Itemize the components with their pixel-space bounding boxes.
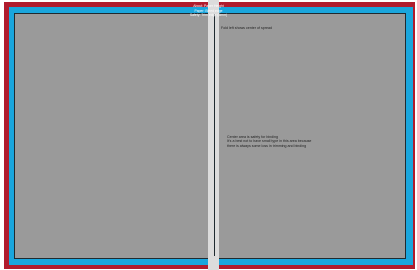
header-line-2: Paper: Bleed edge — [194, 8, 223, 13]
safe-note: Center area is safety for binding It's a… — [227, 135, 311, 148]
gutter-note: Fold left shows center of spread — [221, 26, 272, 30]
header-line-3: Safety: Trim edge (5mm) — [189, 13, 228, 17]
spine-line — [214, 14, 215, 256]
safe-note-line-3: there is always some loss in trimming an… — [227, 143, 307, 148]
spread-template: About: Paper Height Paper: Bleed edge Sa… — [0, 0, 417, 270]
header-line-1: About: Paper Height — [193, 4, 224, 8]
